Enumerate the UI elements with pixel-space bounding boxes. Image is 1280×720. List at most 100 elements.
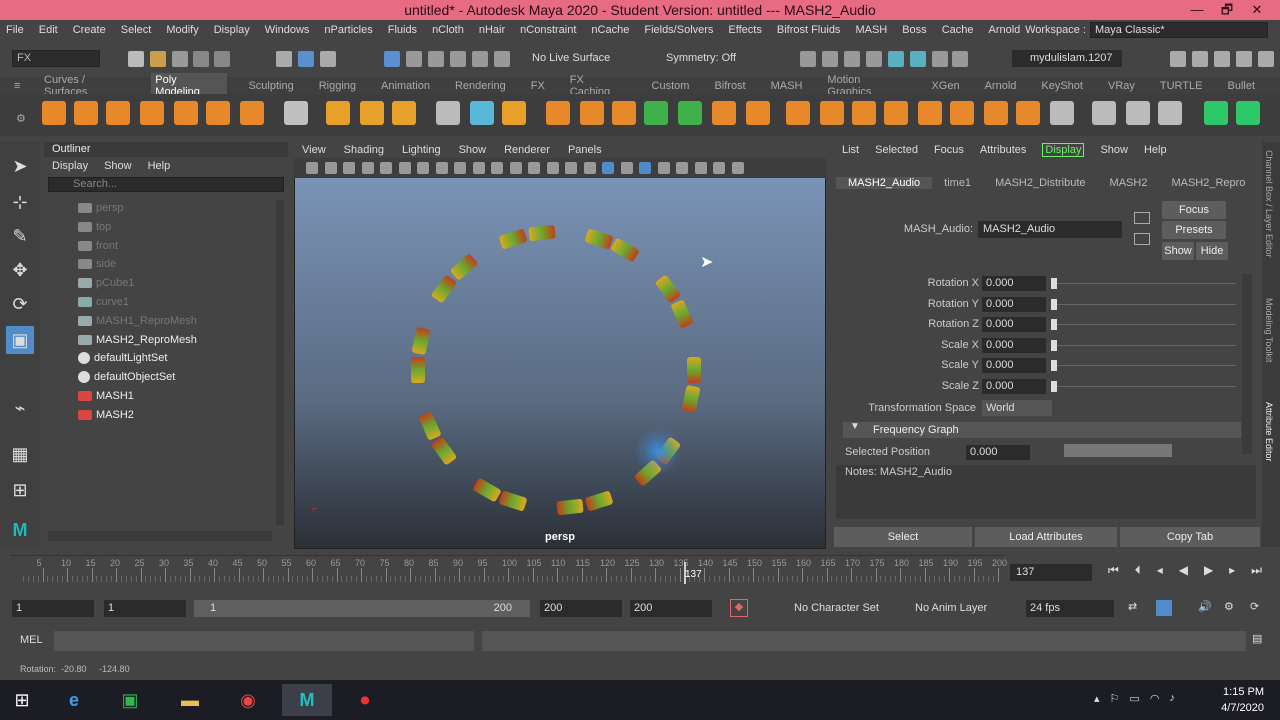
shelf-tool-icon[interactable]	[206, 101, 230, 125]
attr-slider-knob[interactable]	[1051, 339, 1057, 351]
layout-four-icon[interactable]: ⊞	[6, 476, 34, 504]
collapse-arrow-icon[interactable]: ▼	[850, 421, 860, 432]
outliner-hscrollbar[interactable]	[48, 531, 272, 541]
outliner-item[interactable]: curve1	[78, 293, 129, 311]
outliner-item[interactable]: pCube1	[78, 274, 135, 292]
viewport-toolbar-icon[interactable]	[657, 162, 670, 174]
shelf-tool-icon[interactable]	[678, 101, 702, 125]
ae-menu-selected[interactable]: Selected	[875, 144, 918, 156]
show-manipulator-icon[interactable]: ⌁	[6, 394, 34, 422]
channel-box-tab[interactable]: Channel Box / Layer Editor	[1264, 150, 1274, 258]
select-by-hierarchy-icon[interactable]	[276, 51, 292, 67]
move-tool-icon[interactable]: ✥	[6, 256, 34, 284]
copy-tab-button[interactable]: Copy Tab	[1120, 527, 1260, 547]
playback-start-field[interactable]: 1	[104, 600, 186, 617]
attr-slider-knob[interactable]	[1051, 319, 1057, 331]
show-button[interactable]: Show	[1162, 242, 1194, 260]
menu-fieldssolvers[interactable]: Fields/Solvers	[644, 24, 713, 36]
focus-button[interactable]: Focus	[1162, 201, 1226, 219]
shelf-tool-icon[interactable]	[612, 101, 636, 125]
outliner-menu-help[interactable]: Help	[148, 160, 171, 172]
shelf-tab-keyshot[interactable]: KeyShot	[1041, 80, 1083, 92]
outliner-item[interactable]: side	[78, 255, 116, 273]
workspace-dropdown[interactable]: Maya Classic*	[1090, 22, 1268, 38]
attribute-editor-icon[interactable]	[1214, 51, 1230, 67]
viewport-toolbar-icon[interactable]	[731, 162, 744, 174]
step-back-icon[interactable]: ⏴	[1135, 563, 1141, 581]
menu-display[interactable]: Display	[214, 24, 250, 36]
viewport-toolbar-icon[interactable]	[676, 162, 688, 174]
channel-box-icon[interactable]	[1258, 51, 1274, 67]
outliner-item[interactable]: MASH2_ReproMesh	[78, 331, 197, 349]
shelf-tab-turtle[interactable]: TURTLE	[1160, 80, 1203, 92]
ae-menu-display[interactable]: Display	[1042, 143, 1085, 157]
viewport-menu-panels[interactable]: Panels	[568, 144, 602, 156]
viewport-toolbar-icon[interactable]	[509, 162, 522, 174]
attr-slider[interactable]	[1052, 344, 1236, 346]
mash-instance[interactable]	[527, 224, 556, 242]
shelf-tab-bifrost[interactable]: Bifrost	[714, 80, 745, 92]
ae-tab-mash2distribute[interactable]: MASH2_Distribute	[983, 177, 1097, 189]
hide-button[interactable]: Hide	[1196, 242, 1228, 260]
viewport-toolbar-icon[interactable]	[417, 162, 429, 174]
current-frame-field[interactable]: 137	[1010, 564, 1092, 581]
recorder-taskbar-icon[interactable]: ⏺	[340, 684, 390, 716]
go-to-start-icon[interactable]: ⏮	[1108, 563, 1119, 581]
viewport-toolbar-icon[interactable]	[491, 162, 503, 174]
shelf-tool-icon[interactable]	[1092, 101, 1116, 125]
symmetry-dropdown[interactable]: Symmetry: Off	[666, 52, 736, 64]
attr-field[interactable]: 0.000	[982, 337, 1046, 353]
paint-select-icon[interactable]: ✎	[6, 222, 34, 250]
menu-fluids[interactable]: Fluids	[388, 24, 417, 36]
viewport-toolbar-icon[interactable]	[620, 162, 633, 174]
undo-icon[interactable]	[193, 51, 209, 67]
outliner-item[interactable]: MASH1	[78, 387, 134, 405]
presets-button[interactable]: Presets	[1162, 221, 1226, 239]
ae-menu-list[interactable]: List	[842, 144, 859, 156]
menu-ncloth[interactable]: nCloth	[432, 24, 464, 36]
shelf-tab-bullet[interactable]: Bullet	[1227, 80, 1255, 92]
attr-slider-knob[interactable]	[1051, 360, 1057, 372]
menu-create[interactable]: Create	[73, 24, 106, 36]
viewport-toolbar-icon[interactable]	[380, 162, 392, 174]
scale-tool-icon[interactable]: ▣	[6, 326, 34, 354]
step-forward-key-icon[interactable]: ▸	[1229, 563, 1235, 581]
attr-slider-knob[interactable]	[1051, 381, 1057, 392]
shelf-tab-mash[interactable]: MASH	[771, 80, 803, 92]
go-to-end-icon[interactable]: ⏭	[1251, 563, 1262, 581]
pause-icon[interactable]	[952, 51, 968, 67]
play-forwards-icon[interactable]: ▶	[1204, 563, 1213, 581]
outliner-search-input[interactable]: Search...	[48, 177, 284, 192]
attribute-editor-tab[interactable]: Attribute Editor	[1264, 402, 1274, 462]
ae-menu-attributes[interactable]: Attributes	[980, 144, 1026, 156]
menu-nhair[interactable]: nHair	[479, 24, 505, 36]
shelf-tool-icon[interactable]	[1158, 101, 1182, 125]
tray-up-icon[interactable]: ▴	[1094, 692, 1100, 705]
hypershade-icon[interactable]	[888, 51, 904, 67]
attr-field[interactable]: 0.000	[982, 358, 1046, 374]
playback-options-icon[interactable]: ⟳	[1250, 600, 1266, 616]
attr-slider[interactable]	[1052, 303, 1236, 305]
menu-select[interactable]: Select	[121, 24, 152, 36]
attribute-scrollbar[interactable]	[1242, 274, 1252, 454]
outliner-item[interactable]: persp	[78, 199, 124, 217]
viewport-toolbar-icon[interactable]	[546, 162, 559, 174]
ae-menu-show[interactable]: Show	[1100, 144, 1128, 156]
minimize-button[interactable]: —	[1182, 0, 1212, 20]
menuset-dropdown[interactable]: FX	[12, 50, 100, 67]
tray-volume-icon[interactable]: ♪	[1169, 692, 1175, 705]
shelf-tab-xgen[interactable]: XGen	[931, 80, 959, 92]
loop-icon[interactable]: ⇄	[1128, 600, 1144, 616]
mel-label[interactable]: MEL	[20, 634, 43, 646]
shelf-tool-icon[interactable]	[1050, 101, 1074, 125]
menu-modify[interactable]: Modify	[166, 24, 198, 36]
shelf-tool-icon[interactable]	[644, 101, 668, 125]
viewport-menu-shading[interactable]: Shading	[344, 144, 384, 156]
viewport-menu-renderer[interactable]: Renderer	[504, 144, 550, 156]
tray-battery-icon[interactable]: ▭	[1129, 692, 1139, 705]
shelf-tool-icon[interactable]	[712, 101, 736, 125]
ae-tab-mash2[interactable]: MASH2	[1098, 177, 1160, 189]
snap-to-projected-center-icon[interactable]	[450, 51, 466, 67]
selected-position-slider[interactable]	[1064, 444, 1172, 457]
make-live-icon[interactable]	[494, 51, 510, 67]
